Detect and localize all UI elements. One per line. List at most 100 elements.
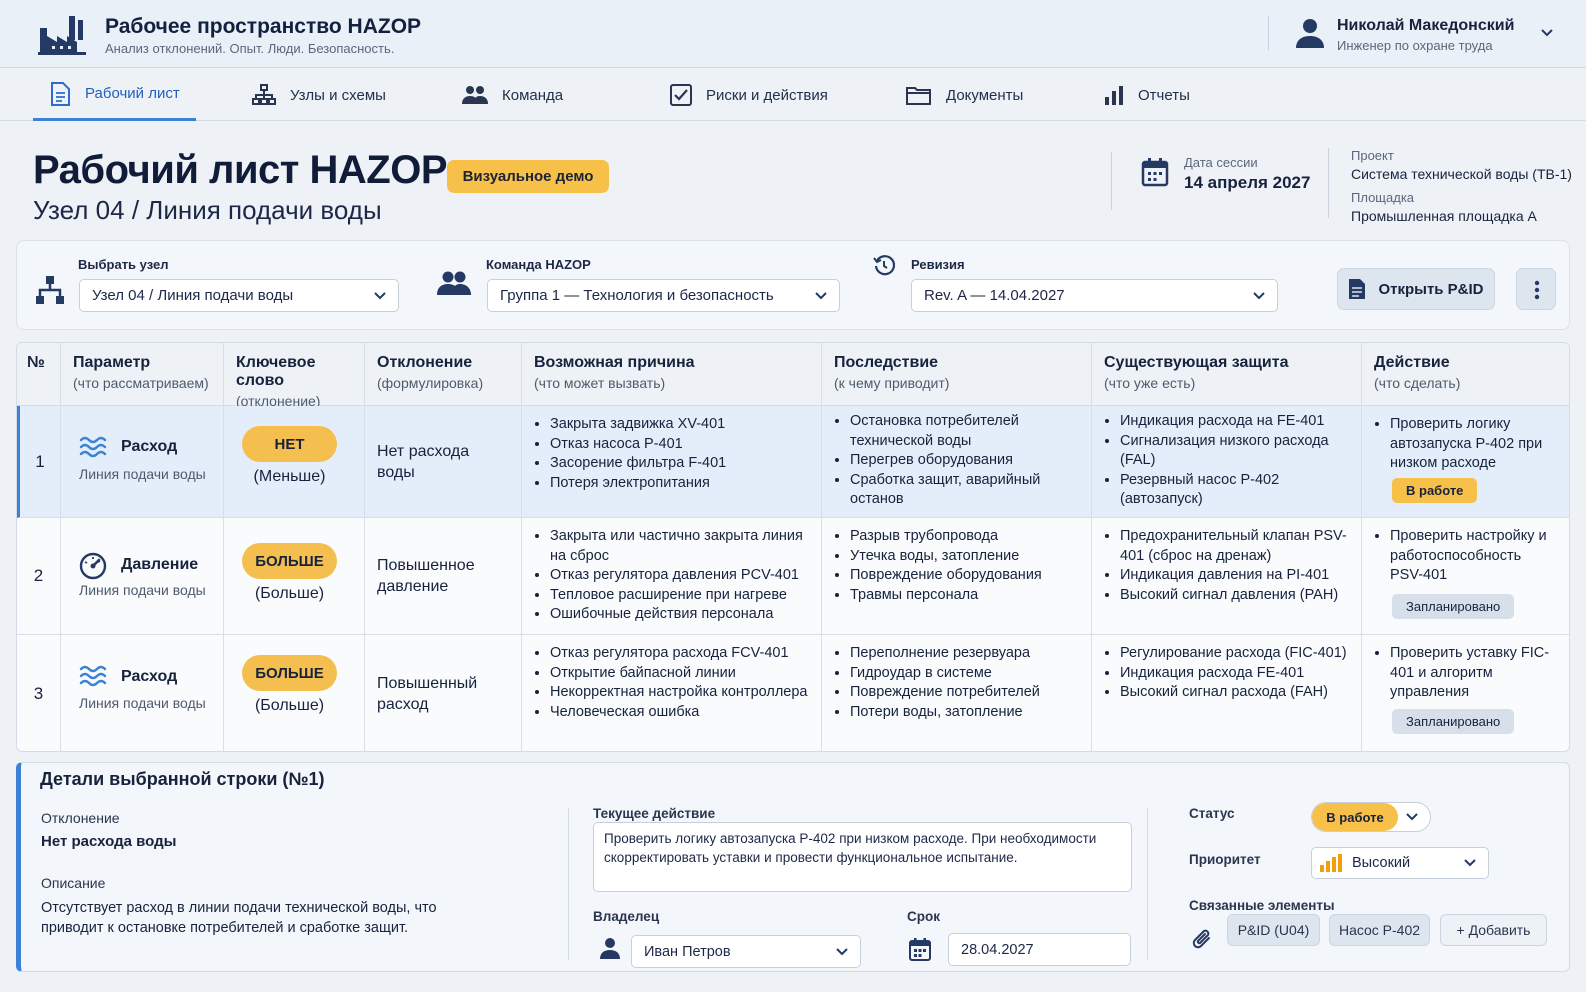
- list-item: Остановка потребителей технической воды: [850, 412, 1060, 451]
- list-item: Потеря электропитания: [550, 474, 815, 494]
- column-title: Существующая защита: [1104, 354, 1289, 371]
- more-options-button[interactable]: [1516, 268, 1556, 310]
- list-item: Предохранительный клапан PSV-401 (сброс …: [1120, 527, 1360, 566]
- consequences-list: Остановка потребителей технической воды …: [850, 412, 1060, 510]
- open-pid-button[interactable]: Открыть P&ID: [1337, 268, 1495, 310]
- action-cell: Проверить уставку FIC-401 и алгоритм упр…: [1362, 635, 1569, 751]
- column-subtitle: (к чему приводит): [834, 375, 950, 391]
- consequences-cell: Переполнение резервуара Гидроудар в сист…: [822, 635, 1092, 751]
- node-select[interactable]: Узел 04 / Линия подачи воды: [79, 279, 399, 312]
- team-select-value: Группа 1 — Технология и безопасность: [500, 287, 774, 304]
- keyword-cell: НЕТ (Меньше): [224, 406, 365, 517]
- paperclip-icon: [1192, 928, 1214, 952]
- row-number-cell: 3: [17, 635, 61, 751]
- description-label: Описание: [41, 875, 106, 891]
- action-cell: Проверить настройку и работоспособность …: [1362, 518, 1569, 634]
- list-item: Сработка защит, аварийный останов: [850, 471, 1060, 510]
- tab-reports[interactable]: Отчеты: [1104, 69, 1190, 121]
- list-item: Ошибочные действия персонала: [550, 605, 815, 625]
- column-subtitle: (формулировка): [377, 375, 484, 391]
- status-value: В работе: [1312, 803, 1398, 831]
- status-select[interactable]: В работе: [1311, 802, 1431, 832]
- project-value: Система технической воды (ТВ-1): [1351, 166, 1572, 182]
- bar-chart-icon: [1104, 85, 1124, 105]
- table-row-2[interactable]: 2 Давление Линия подачи воды БОЛЬШЕ (Бол…: [17, 518, 1569, 635]
- list-item: Тепловое расширение при нагреве: [550, 586, 815, 606]
- list-item: Регулирование расхода (FIC-401): [1120, 644, 1360, 664]
- user-avatar-icon[interactable]: [1296, 18, 1324, 48]
- deviation-label: Отклонение: [41, 810, 120, 826]
- parameter-name: Расход: [121, 668, 178, 685]
- team-select[interactable]: Группа 1 — Технология и безопасность: [487, 279, 840, 312]
- keyword-badge: НЕТ: [242, 426, 337, 462]
- linked-chip-pump[interactable]: Насос P-402: [1329, 914, 1430, 946]
- owner-select[interactable]: Иван Петров: [631, 935, 861, 968]
- list-item: Проверить уставку FIC-401 и алгоритм упр…: [1390, 644, 1550, 703]
- chevron-down-icon: [1253, 291, 1265, 300]
- current-action-label: Текущее действие: [593, 806, 716, 821]
- session-date-value: 14 апреля 2027: [1184, 173, 1311, 192]
- priority-select[interactable]: Высокий: [1311, 847, 1489, 879]
- list-item: Человеческая ошибка: [550, 703, 815, 723]
- chevron-down-icon: [836, 947, 848, 956]
- tab-documents[interactable]: Документы: [906, 69, 1023, 121]
- keyword-subtitle: (Меньше): [253, 468, 326, 485]
- list-item: Проверить настройку и работоспособность …: [1390, 527, 1555, 586]
- project-label: Проект: [1351, 148, 1394, 163]
- owner-label: Владелец: [593, 909, 660, 924]
- node-select-label: Выбрать узел: [78, 257, 169, 272]
- list-item: Утечка воды, затопление: [850, 547, 1085, 567]
- status-badge: В работе: [1392, 478, 1478, 503]
- revision-select-label: Ревизия: [911, 257, 965, 272]
- tab-label: Рабочий лист: [85, 85, 180, 102]
- keyword-cell: БОЛЬШЕ (Больше): [224, 518, 365, 634]
- deviation-text: Повышенное давление: [377, 557, 475, 595]
- header-divider: [1268, 16, 1269, 50]
- row-number: 3: [33, 684, 44, 703]
- table-row-1[interactable]: 1 Расход Линия подачи воды НЕТ (Меньше) …: [17, 406, 1569, 518]
- linked-items-label: Связанные элементы: [1189, 898, 1335, 913]
- team-icon: [462, 85, 488, 105]
- table-row-3[interactable]: 3 Расход Линия подачи воды БОЛЬШЕ (Больш…: [17, 635, 1569, 751]
- session-date-label: Дата сессии: [1184, 155, 1258, 170]
- tab-nodes[interactable]: Узлы и схемы: [252, 69, 386, 121]
- revision-select[interactable]: Rev. A — 14.04.2027: [911, 279, 1278, 312]
- chevron-down-icon[interactable]: [1540, 28, 1554, 38]
- column-header: Параметр (что рассматриваем): [61, 343, 224, 406]
- tab-team[interactable]: Команда: [462, 69, 563, 121]
- status-badge: Запланировано: [1392, 594, 1515, 619]
- owner-value: Иван Петров: [644, 943, 731, 960]
- tab-risks[interactable]: Риски и действия: [670, 69, 828, 121]
- safeguards-cell: Предохранительный клапан PSV-401 (сброс …: [1092, 518, 1362, 634]
- list-item: Повреждение потребителей: [850, 683, 1085, 703]
- chevron-down-icon: [1406, 813, 1418, 821]
- column-header: Возможная причина (что может вызвать): [522, 343, 822, 406]
- column-header: Ключевое слово (отклонение): [224, 343, 365, 409]
- user-name[interactable]: Николай Македонский: [1337, 17, 1514, 35]
- add-linked-button[interactable]: + Добавить: [1440, 914, 1547, 946]
- tab-worksheet[interactable]: Рабочий лист: [33, 69, 196, 121]
- team-select-label: Команда HAZOP: [486, 257, 591, 272]
- column-subtitle: (что может вызвать): [534, 375, 666, 391]
- list-item: Потери воды, затопление: [850, 703, 1085, 723]
- column-title: Возможная причина: [534, 354, 695, 371]
- column-header: Существующая защита (что уже есть): [1092, 343, 1362, 406]
- causes-cell: Отказ регулятора расхода FCV-401 Открыти…: [522, 635, 822, 751]
- divider: [1147, 808, 1148, 960]
- gauge-icon: [79, 552, 107, 580]
- parameter-subtitle: Линия подачи воды: [79, 695, 206, 711]
- hierarchy-icon: [35, 275, 65, 305]
- keyword-cell: БОЛЬШЕ (Больше): [224, 635, 365, 751]
- parameter-subtitle: Линия подачи воды: [79, 466, 206, 482]
- column-header: №: [17, 343, 61, 406]
- safeguards-cell: Регулирование расхода (FIC-401) Индикаци…: [1092, 635, 1362, 751]
- keyword-badge: БОЛЬШЕ: [242, 543, 337, 579]
- user-icon: [600, 937, 620, 959]
- linked-chip-pid[interactable]: P&ID (U04): [1227, 914, 1320, 946]
- parameter-name: Давление: [121, 556, 199, 573]
- safeguards-cell: Индикация расхода на FE-401 Сигнализация…: [1092, 406, 1362, 517]
- keyword-badge: БОЛЬШЕ: [242, 655, 337, 691]
- chevron-down-icon: [1464, 859, 1476, 867]
- due-date-input[interactable]: 28.04.2027: [948, 933, 1131, 966]
- current-action-textarea[interactable]: Проверить логику автозапуска P-402 при н…: [593, 822, 1132, 892]
